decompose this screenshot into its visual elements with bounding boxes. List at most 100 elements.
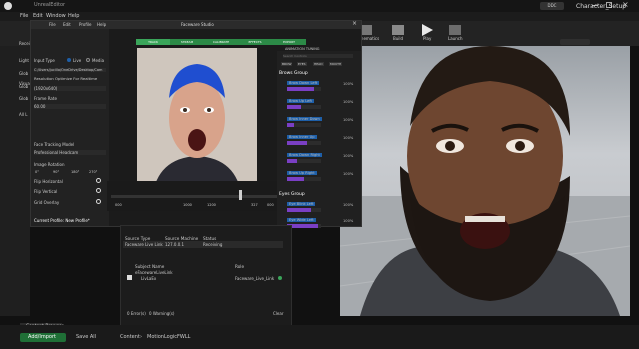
tuning-row[interactable]: Brow Inner Down 100% (279, 117, 359, 127)
subject-group[interactable]: eFacewareLiveLink (135, 270, 173, 275)
tuning-slider[interactable] (287, 123, 321, 127)
breadcrumb-folder[interactable]: MotionLogicFWLL (147, 334, 190, 340)
flip-horizontal-label: Flip Horizontal (34, 179, 63, 184)
tuning-slider[interactable] (287, 208, 321, 212)
search-controls-input[interactable]: Search Controls (283, 54, 353, 58)
unreal-logo-icon (4, 2, 12, 10)
subject-name-header: Subject Name (135, 264, 165, 269)
perspective-toggle[interactable] (560, 39, 590, 45)
tuning-row-value: 100% (343, 203, 354, 207)
breadcrumb-separator: › (140, 334, 142, 340)
tab-track[interactable]: TRACK (136, 39, 170, 45)
menu-edit[interactable]: Edit (33, 13, 43, 19)
menu-file[interactable]: File (49, 22, 56, 27)
tuning-slider[interactable] (287, 159, 321, 163)
tuning-row[interactable]: Brow Inner Up 100% (279, 135, 359, 145)
tuning-row-value: 100% (343, 118, 354, 122)
filter-brow[interactable]: BROW (281, 62, 293, 66)
add-import-button[interactable]: Add/Import (20, 333, 66, 342)
play-icon[interactable] (422, 24, 433, 36)
tuning-slider[interactable] (287, 87, 321, 91)
menu-window[interactable]: Window (46, 13, 66, 19)
close-icon[interactable]: × (352, 20, 357, 27)
faceware-title-bar: Faceware Studio File Edit Profile Help × (31, 20, 361, 29)
tuning-slider[interactable] (287, 105, 321, 109)
rotation-0[interactable]: 0° (35, 170, 39, 174)
editor-tab[interactable]: UnrealEditor (34, 2, 65, 8)
play-button[interactable]: Play (423, 36, 431, 41)
rotation-270[interactable]: 270° (89, 170, 97, 174)
launch-icon[interactable] (449, 25, 461, 35)
tab-export[interactable]: EXPORT (272, 39, 306, 45)
menu-help[interactable]: Help (97, 22, 106, 27)
media-radio[interactable] (86, 58, 90, 62)
filter-head[interactable]: HEAD (313, 62, 324, 66)
tuning-row-value: 100% (343, 100, 354, 104)
tuning-row[interactable]: Brow Up Right 100% (279, 171, 359, 181)
group-header[interactable]: Brows Group (279, 71, 308, 76)
launch-button[interactable]: Launch (448, 36, 462, 41)
animation-tuning-title: ANIMATION TUNING (285, 47, 320, 51)
left-item[interactable]: Glob (19, 71, 28, 76)
timeline-playhead[interactable] (239, 190, 242, 200)
tab-stream[interactable]: STREAM (170, 39, 204, 45)
tuning-row-label: Brow Inner Down (287, 117, 322, 121)
resolution-dropdown[interactable]: (1920x640) (34, 86, 106, 91)
clear-button[interactable]: Clear (273, 311, 283, 316)
timeline-mid1: 1000 (183, 203, 192, 207)
tuning-row-label: Eye Blink Left (287, 202, 316, 206)
video-preview (137, 48, 257, 198)
tab-effects[interactable]: EFFECTS (238, 39, 272, 45)
left-item[interactable]: Recei (19, 41, 30, 46)
left-item[interactable]: Light (19, 58, 29, 63)
filter-eyes[interactable]: EYES (297, 62, 307, 66)
error-count: 0 Error(s) (127, 311, 146, 316)
live-radio[interactable] (67, 58, 71, 62)
rotation-90[interactable]: 90° (53, 170, 59, 174)
menu-profile[interactable]: Profile (79, 22, 91, 27)
tuning-slider-fill (287, 105, 301, 109)
subject-checkbox[interactable] (127, 275, 132, 280)
tuning-row-label: Eye Wide Left (287, 218, 316, 222)
camera-feed (137, 48, 257, 198)
tuning-row[interactable]: Brow Down Left 100% (279, 81, 359, 91)
build-icon[interactable] (392, 25, 404, 35)
content-browser-toolbar: Add/Import Save All Content › MotionLogi… (0, 325, 639, 349)
tab-calibrate[interactable]: CALIBRATE (204, 39, 238, 45)
flip-horizontal-toggle[interactable] (96, 178, 101, 183)
path-field[interactable]: C:/Users/jucillo/OneDrive/Desktop/Cam (34, 68, 106, 72)
tuning-slider[interactable] (287, 141, 321, 145)
build-button[interactable]: Build (393, 36, 403, 41)
breadcrumb-content[interactable]: Content (120, 334, 140, 340)
tuning-row-label: Brow Inner Up (287, 135, 317, 139)
face-tracking-label: Face Tracking Model (34, 142, 75, 147)
face-tracking-dropdown[interactable]: Professional Headcam (34, 150, 106, 155)
tuning-slider[interactable] (287, 177, 321, 181)
level-viewport[interactable] (340, 46, 630, 316)
flip-vertical-toggle[interactable] (96, 188, 101, 193)
timeline-track[interactable] (111, 195, 291, 198)
tuning-row[interactable]: Brow Down Right 100% (279, 153, 359, 163)
tuning-row[interactable]: Eye Blink Left 100% (279, 202, 359, 212)
media-option[interactable]: Media (92, 58, 104, 63)
frame-rate-field[interactable]: 60.00 (34, 104, 106, 109)
menu-file[interactable]: File (20, 13, 28, 19)
group-header[interactable]: Eyes Group (279, 192, 305, 197)
rotation-180[interactable]: 180° (71, 170, 79, 174)
tuning-row[interactable]: Brow Up Left 100% (279, 99, 359, 109)
timeline-end2: 000 (267, 203, 274, 207)
grid-overlay-toggle[interactable] (96, 199, 101, 204)
tuning-slider[interactable] (287, 224, 321, 228)
menu-edit[interactable]: Edit (63, 22, 71, 27)
left-item[interactable]: Glob (19, 96, 28, 101)
save-all-button[interactable]: Save All (76, 334, 96, 340)
timeline-mid2: 1200 (207, 203, 216, 207)
menu-help[interactable]: Help (68, 13, 79, 19)
grid-overlay-label: Grid Overlay (34, 200, 60, 205)
timeline[interactable]: 000 1000 1200 327 000 (107, 181, 297, 211)
left-item[interactable]: All L (19, 112, 27, 117)
filter-mouth[interactable]: MOUTH (329, 62, 343, 66)
tuning-row-value: 100% (343, 82, 354, 86)
live-option[interactable]: Live (73, 58, 81, 63)
subject-name[interactable]: LivLaEx (141, 276, 156, 281)
